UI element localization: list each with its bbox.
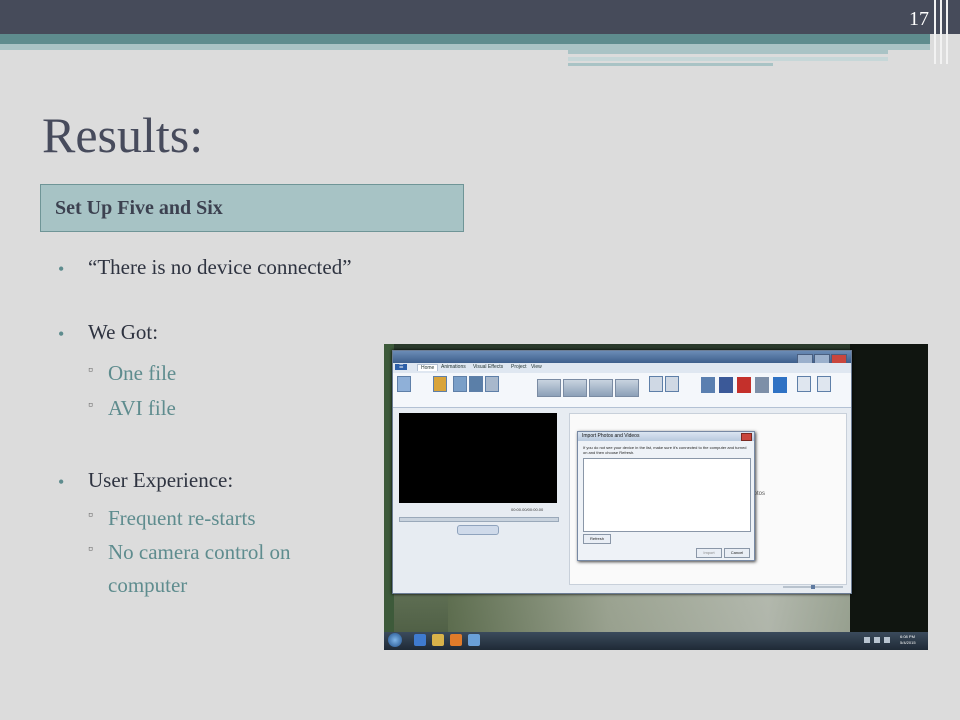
taskbar-clock[interactable]: 6:08 PM 5/4/2015 bbox=[900, 634, 916, 646]
start-button[interactable] bbox=[388, 633, 402, 647]
rotate-right-icon[interactable] bbox=[665, 376, 679, 392]
device-list[interactable] bbox=[583, 458, 751, 532]
bullet-text: User Experience: bbox=[88, 468, 234, 492]
import-dialog: Import Photos and Videos If you do not s… bbox=[577, 431, 755, 561]
rotate-left-icon[interactable] bbox=[649, 376, 663, 392]
header-divider bbox=[946, 0, 948, 64]
header-band bbox=[0, 0, 960, 34]
music-icon[interactable] bbox=[453, 376, 467, 392]
movie-maker-taskbar-icon[interactable] bbox=[468, 634, 480, 646]
slide-title: Results: bbox=[42, 107, 204, 163]
file-menu-button[interactable]: ☰ bbox=[395, 364, 408, 370]
tab-project[interactable]: Project bbox=[511, 364, 527, 370]
ribbon-toolbar bbox=[393, 373, 851, 408]
header-divider bbox=[940, 0, 942, 64]
theme-thumbnail[interactable] bbox=[589, 379, 613, 397]
youtube-icon[interactable] bbox=[737, 377, 751, 393]
bullet-text: We Got: bbox=[88, 320, 159, 344]
flickr-icon[interactable] bbox=[773, 377, 787, 393]
slide-subtitle: Set Up Five and Six bbox=[55, 197, 223, 219]
bullet-marker: • bbox=[58, 472, 65, 492]
playback-controls[interactable] bbox=[457, 525, 499, 535]
volume-icon[interactable] bbox=[884, 637, 890, 643]
sub-bullet-marker: ▫ bbox=[88, 542, 93, 557]
sign-in-icon[interactable] bbox=[817, 376, 831, 392]
facebook-icon[interactable] bbox=[719, 377, 733, 393]
subtitle-box: Set Up Five and Six bbox=[40, 184, 464, 232]
sub-bullet-text: Frequent re-starts bbox=[108, 506, 256, 530]
embedded-screenshot: ☰ Home Animations Visual Effects Project… bbox=[384, 344, 928, 650]
bullet-marker: • bbox=[58, 259, 65, 279]
desktop-dark-area bbox=[850, 344, 928, 650]
snapshot-icon[interactable] bbox=[485, 376, 499, 392]
zoom-slider[interactable] bbox=[783, 585, 843, 589]
theme-thumbnail[interactable] bbox=[537, 379, 561, 397]
import-button[interactable]: Import bbox=[696, 548, 722, 558]
header-divider bbox=[934, 0, 936, 64]
add-videos-icon[interactable] bbox=[433, 376, 447, 392]
theme-thumbnail[interactable] bbox=[563, 379, 587, 397]
header-rule bbox=[568, 57, 888, 61]
tray-icon[interactable] bbox=[864, 637, 870, 643]
dialog-titlebar[interactable]: Import Photos and Videos bbox=[578, 432, 754, 441]
video-preview bbox=[399, 413, 557, 503]
tab-visual-effects[interactable]: Visual Effects bbox=[473, 364, 503, 370]
tab-animations[interactable]: Animations bbox=[441, 364, 466, 370]
cancel-button[interactable]: Cancel bbox=[724, 548, 750, 558]
tray-icon[interactable] bbox=[874, 637, 880, 643]
dialog-message: If you do not see your device in the lis… bbox=[583, 445, 747, 455]
bullet-text: “There is no device connected” bbox=[88, 255, 352, 279]
webcam-icon[interactable] bbox=[469, 376, 483, 392]
sub-bullet-text: AVI file bbox=[108, 396, 176, 420]
paste-icon[interactable] bbox=[397, 376, 411, 392]
ie-icon[interactable] bbox=[414, 634, 426, 646]
taskbar: 6:08 PM 5/4/2015 bbox=[384, 632, 928, 650]
sub-bullet-marker: ▫ bbox=[88, 363, 93, 378]
sub-bullet-marker: ▫ bbox=[88, 508, 93, 523]
theme-thumbnail[interactable] bbox=[615, 379, 639, 397]
tab-view[interactable]: View bbox=[531, 364, 542, 370]
clock-date: 5/4/2015 bbox=[900, 640, 916, 645]
header-rule bbox=[568, 63, 773, 66]
sub-bullet-marker: ▫ bbox=[88, 398, 93, 413]
dialog-title: Import Photos and Videos bbox=[582, 433, 640, 439]
share-icon[interactable] bbox=[755, 377, 769, 393]
header-rule bbox=[568, 50, 888, 54]
seek-bar[interactable] bbox=[399, 517, 559, 522]
save-movie-icon[interactable] bbox=[797, 376, 811, 392]
tab-home[interactable]: Home bbox=[417, 364, 439, 371]
media-player-icon[interactable] bbox=[450, 634, 462, 646]
bullet-marker: • bbox=[58, 324, 65, 344]
dialog-close-button[interactable] bbox=[741, 433, 752, 441]
movie-maker-window: ☰ Home Animations Visual Effects Project… bbox=[392, 350, 852, 594]
explorer-icon[interactable] bbox=[432, 634, 444, 646]
timecode: 00:00.00/00:00.00 bbox=[511, 507, 544, 512]
slide-number: 17 bbox=[909, 8, 929, 30]
skydrive-icon[interactable] bbox=[701, 377, 715, 393]
sub-bullet-text: One file bbox=[108, 361, 177, 385]
sub-bullet-text: No camera control on bbox=[108, 540, 291, 564]
window-titlebar[interactable] bbox=[393, 351, 851, 365]
sub-bullet-text: computer bbox=[108, 573, 188, 597]
header-accent-band bbox=[0, 34, 930, 44]
refresh-button[interactable]: Refresh bbox=[583, 534, 611, 544]
